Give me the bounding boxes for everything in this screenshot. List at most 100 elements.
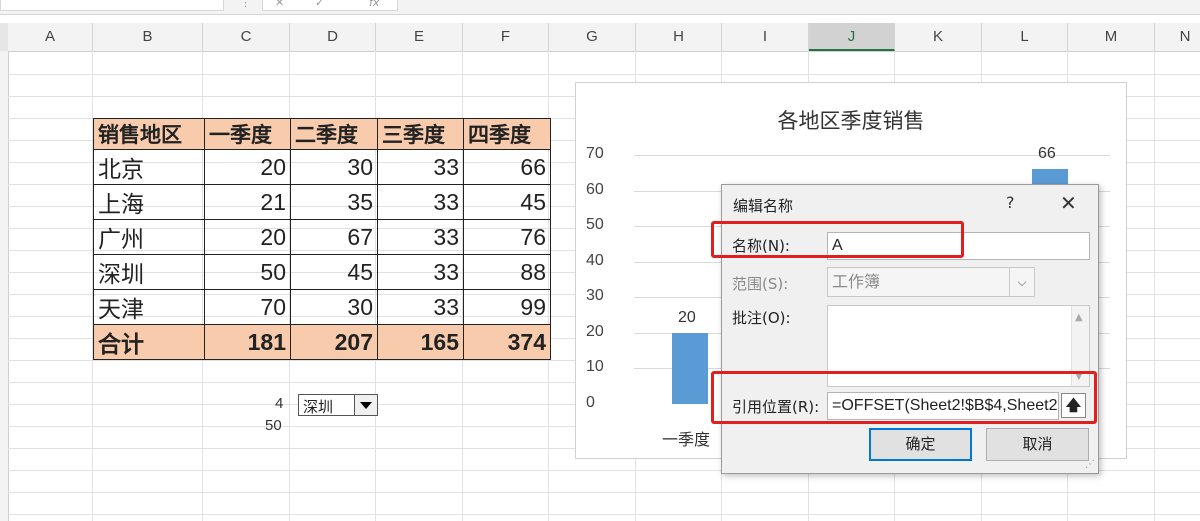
- y-tick-label: 10: [586, 358, 604, 376]
- grid-hline: [8, 492, 1200, 493]
- table-row: 深圳 50 45 33 88: [93, 254, 551, 290]
- total-value-cell[interactable]: 374: [463, 324, 551, 360]
- total-value-cell[interactable]: 165: [377, 324, 464, 360]
- column-header-i[interactable]: I: [722, 23, 809, 51]
- value-cell[interactable]: 33: [377, 254, 464, 290]
- value-cell[interactable]: 99: [463, 289, 551, 325]
- name-highlight-box: [711, 221, 964, 258]
- chart-bar[interactable]: [672, 332, 708, 404]
- value-cell[interactable]: 33: [377, 289, 464, 325]
- column-header-m[interactable]: M: [1068, 23, 1155, 51]
- value-cell[interactable]: 88: [463, 254, 551, 290]
- region-combo-box[interactable]: 深圳: [298, 394, 378, 416]
- y-tick-label: 20: [586, 322, 604, 340]
- column-header-n[interactable]: N: [1155, 23, 1200, 51]
- chevron-down-icon[interactable]: ⌵: [1009, 268, 1034, 296]
- value-cell[interactable]: 67: [290, 219, 378, 255]
- y-tick-label: 0: [586, 394, 595, 411]
- table-row: 天津 70 30 33 99: [93, 289, 551, 325]
- total-row: 合计 181 207 165 374: [93, 324, 551, 360]
- column-header-g[interactable]: G: [549, 23, 636, 51]
- row-header-bar[interactable]: [0, 51, 9, 521]
- dialog-title: 编辑名称: [733, 197, 794, 215]
- value-cell[interactable]: 45: [463, 184, 551, 220]
- value-cell[interactable]: 21: [204, 184, 291, 220]
- table-header-cell[interactable]: 销售地区: [93, 118, 205, 150]
- scope-value: 工作簿: [832, 272, 881, 291]
- table-row: 上海 21 35 33 45: [93, 184, 551, 220]
- value-cell[interactable]: 33: [377, 219, 464, 255]
- scroll-up-icon[interactable]: ▲: [1075, 312, 1083, 323]
- function-icon[interactable]: fx: [369, 0, 379, 9]
- column-header-f[interactable]: F: [463, 23, 549, 51]
- column-header-d[interactable]: D: [290, 23, 376, 51]
- table-header-cell[interactable]: 四季度: [463, 118, 551, 150]
- value-cell[interactable]: 76: [463, 219, 551, 255]
- y-tick-label: 50: [586, 216, 604, 234]
- combo-value: 深圳: [303, 398, 334, 416]
- value-cell[interactable]: 33: [377, 184, 464, 220]
- y-tick-label: 60: [586, 180, 604, 198]
- x-category-label: 一季度: [662, 430, 711, 449]
- value-cell[interactable]: 66: [463, 149, 551, 185]
- grid-vline: [1154, 51, 1155, 521]
- column-header-j[interactable]: J: [809, 23, 895, 51]
- region-cell[interactable]: 天津: [93, 289, 205, 325]
- ok-button[interactable]: 确定: [869, 428, 972, 461]
- value-cell[interactable]: 20: [204, 149, 291, 185]
- region-cell[interactable]: 北京: [93, 149, 205, 185]
- table-row: 广州 20 67 33 76: [93, 219, 551, 255]
- formula-input[interactable]: ✕ ✓ fx: [262, 0, 398, 11]
- column-header-l[interactable]: L: [982, 23, 1068, 51]
- confirm-icon[interactable]: ✓: [315, 0, 324, 9]
- column-header-k[interactable]: K: [895, 23, 982, 51]
- value-cell[interactable]: 30: [290, 149, 378, 185]
- data-label: 20: [678, 308, 696, 326]
- table-row: 北京 20 30 33 66: [93, 149, 551, 185]
- value-cell[interactable]: 30: [290, 289, 378, 325]
- formula-divider: ⋮: [240, 0, 251, 9]
- region-cell[interactable]: 广州: [93, 219, 205, 255]
- comment-label: 批注(O):: [732, 309, 791, 327]
- column-header-e[interactable]: E: [376, 23, 463, 51]
- total-label-cell[interactable]: 合计: [93, 324, 205, 360]
- column-header-c[interactable]: C: [203, 23, 290, 51]
- index-cell[interactable]: 4: [275, 395, 283, 412]
- table-header-cell[interactable]: 三季度: [377, 118, 464, 150]
- table-header-cell[interactable]: 二季度: [290, 118, 378, 150]
- lookup-cell[interactable]: 50: [265, 417, 282, 434]
- sales-table: 销售地区 一季度 二季度 三季度 四季度 北京 20 30 33 66 上海 2…: [93, 118, 551, 360]
- chart-title: 各地区季度销售: [777, 109, 925, 133]
- dropdown-arrow-icon[interactable]: [354, 395, 377, 415]
- value-cell[interactable]: 45: [290, 254, 378, 290]
- column-header-a[interactable]: A: [8, 23, 93, 51]
- scope-select[interactable]: 工作簿 ⌵: [827, 267, 1035, 297]
- value-cell[interactable]: 35: [290, 184, 378, 220]
- cancel-button[interactable]: 取消: [986, 428, 1089, 461]
- value-cell[interactable]: 50: [204, 254, 291, 290]
- close-icon[interactable]: ✕: [1060, 191, 1077, 215]
- formula-bar-strip: ⋮ ✕ ✓ fx: [0, 0, 1200, 15]
- value-cell[interactable]: 70: [204, 289, 291, 325]
- value-cell[interactable]: 20: [204, 219, 291, 255]
- total-value-cell[interactable]: 207: [290, 324, 378, 360]
- region-cell[interactable]: 上海: [93, 184, 205, 220]
- total-value-cell[interactable]: 181: [204, 324, 291, 360]
- y-tick-label: 40: [586, 251, 604, 269]
- name-box[interactable]: [0, 0, 224, 11]
- table-header-cell[interactable]: 一季度: [204, 118, 291, 150]
- y-tick-label: 30: [586, 287, 604, 305]
- ref-highlight-box: [711, 371, 1097, 424]
- grid-hline: [8, 514, 1200, 515]
- column-header-b[interactable]: B: [93, 23, 203, 51]
- help-icon[interactable]: ?: [1006, 193, 1015, 212]
- value-cell[interactable]: 33: [377, 149, 464, 185]
- table-header-row: 销售地区 一季度 二季度 三季度 四季度: [93, 118, 551, 150]
- grid-hline: [8, 74, 1200, 75]
- column-header-h[interactable]: H: [636, 23, 722, 51]
- y-tick-label: 70: [586, 145, 604, 162]
- region-cell[interactable]: 深圳: [93, 254, 205, 290]
- scope-label: 范围(S):: [732, 275, 789, 293]
- cancel-icon[interactable]: ✕: [275, 0, 284, 9]
- resize-grip-icon[interactable]: ⋰: [1085, 459, 1095, 470]
